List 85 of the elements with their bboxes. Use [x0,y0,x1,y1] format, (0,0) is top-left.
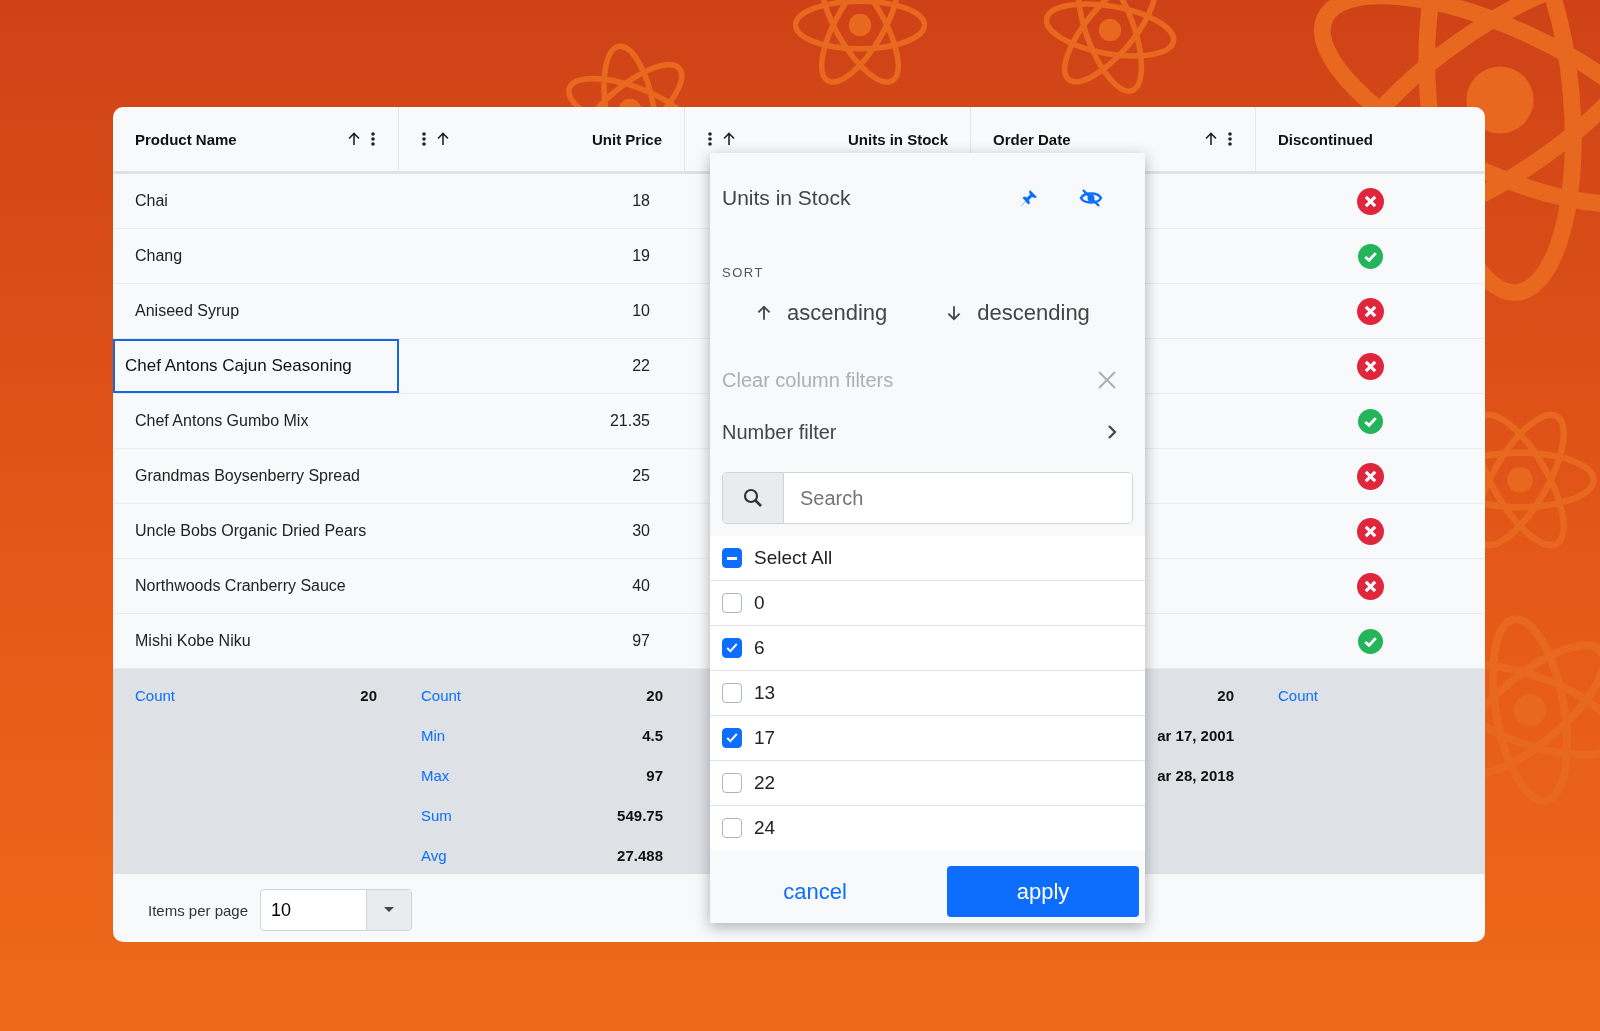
cross-icon [1357,462,1384,490]
chevron-right-icon[interactable] [1107,424,1117,440]
items-per-page-label: Items per page [148,901,249,919]
cross-icon [1357,187,1384,215]
check-icon [1358,408,1383,434]
summary-value: 4.5 [642,726,663,744]
summary-value: ar 28, 2018 [1157,766,1234,784]
checkbox-label: 24 [754,817,776,839]
search-field[interactable]: Search [722,472,1133,524]
checkbox-label: 22 [754,772,776,794]
table-cell-text: Chang [134,246,184,266]
search-icon [743,488,763,508]
check-icon [1358,628,1383,654]
table-cell-text: Grandmas Boysenberry Spread [134,466,361,486]
table-cell-text: Northwoods Cranberry Sauce [134,576,347,596]
checkbox[interactable] [722,728,742,748]
checkbox[interactable] [722,683,742,703]
eye-slash-icon[interactable] [1079,188,1103,208]
number-filter-item[interactable]: Number filter [710,406,1145,458]
column-menu-icon[interactable] [707,131,713,147]
checkbox-label: 13 [754,682,776,704]
caret-icon[interactable] [384,907,395,913]
sort-button[interactable]: descending [945,296,1090,330]
minus-icon [727,556,737,560]
sort-arrow-icon[interactable] [346,131,362,147]
table-cell-text: 25 [631,466,651,486]
sort-arrow-icon[interactable] [721,131,737,147]
checkbox-label: Select All [754,547,833,569]
summary-label: Min [421,726,446,744]
checkbox-label: 0 [754,592,765,614]
summary-value: 27.488 [617,846,663,864]
summary-value: 20 [360,686,377,704]
table-cell-text: 10 [631,301,651,321]
summary-value: 20 [1217,686,1234,704]
table-cell-text: 18 [631,191,651,211]
summary-label: Max [421,766,450,784]
summary-label: Count [1278,686,1319,704]
table-cell: Chef Antons Cajun Seasoning [113,339,399,393]
checkbox[interactable] [722,773,742,793]
checkbox-label: 17 [754,727,776,749]
checkbox[interactable] [722,548,742,568]
checkbox[interactable] [722,593,742,613]
table-cell-text: 40 [631,576,651,596]
sort-button[interactable]: ascending [755,296,888,330]
table-cell-text: Chai [134,191,169,211]
summary-label: Count [421,686,462,704]
checkbox[interactable] [722,638,742,658]
sort-arrow-icon[interactable] [435,131,451,147]
cross-icon [1357,517,1384,545]
pin-icon[interactable] [1019,188,1039,208]
arrow-up-icon [755,304,773,322]
summary-label: Avg [421,846,447,864]
table-cell-text: Chef Antons Gumbo Mix [134,411,310,431]
table-cell-text: 22 [631,356,651,376]
table-cell-text: 97 [631,631,651,651]
summary-value: 20 [646,686,663,704]
cross-icon [1357,352,1384,380]
table-cell-text: Aniseed Syrup [134,301,241,321]
column-header[interactable]: Unit Price [399,107,685,171]
column-header[interactable]: Product Name [113,107,399,171]
summary-label: Count [135,686,176,704]
check-icon [1358,243,1383,269]
cross-icon [1357,297,1384,325]
summary-value: 549.75 [617,806,663,824]
cancel-button[interactable]: cancel [730,866,900,917]
column-menu-icon[interactable] [370,131,376,147]
table-cell-text: Uncle Bobs Organic Dried Pears [134,521,368,541]
checkbox[interactable] [722,818,742,838]
column-menu-icon[interactable] [421,131,427,147]
summary-value: 97 [646,766,663,784]
table-cell-text: 30 [631,521,651,541]
menu-title: Units in Stock [722,186,852,210]
table-cell-text: Mishi Kobe Niku [134,631,252,651]
summary-label: Sum [421,806,452,824]
column-menu-icon[interactable] [1227,131,1233,147]
sort-label: SORT [721,264,765,280]
cross-icon [1357,572,1384,600]
page-size-select[interactable]: 10 [260,889,413,931]
summary-value: ar 17, 2001 [1157,726,1234,744]
table-cell-text: 19 [631,246,651,266]
table-cell-text: 21.35 [608,411,651,431]
sort-arrow-icon[interactable] [1203,131,1219,147]
apply-button[interactable]: apply [947,866,1139,917]
column-header[interactable]: Discontinued [1256,107,1485,171]
checkbox-label: 6 [754,637,765,659]
